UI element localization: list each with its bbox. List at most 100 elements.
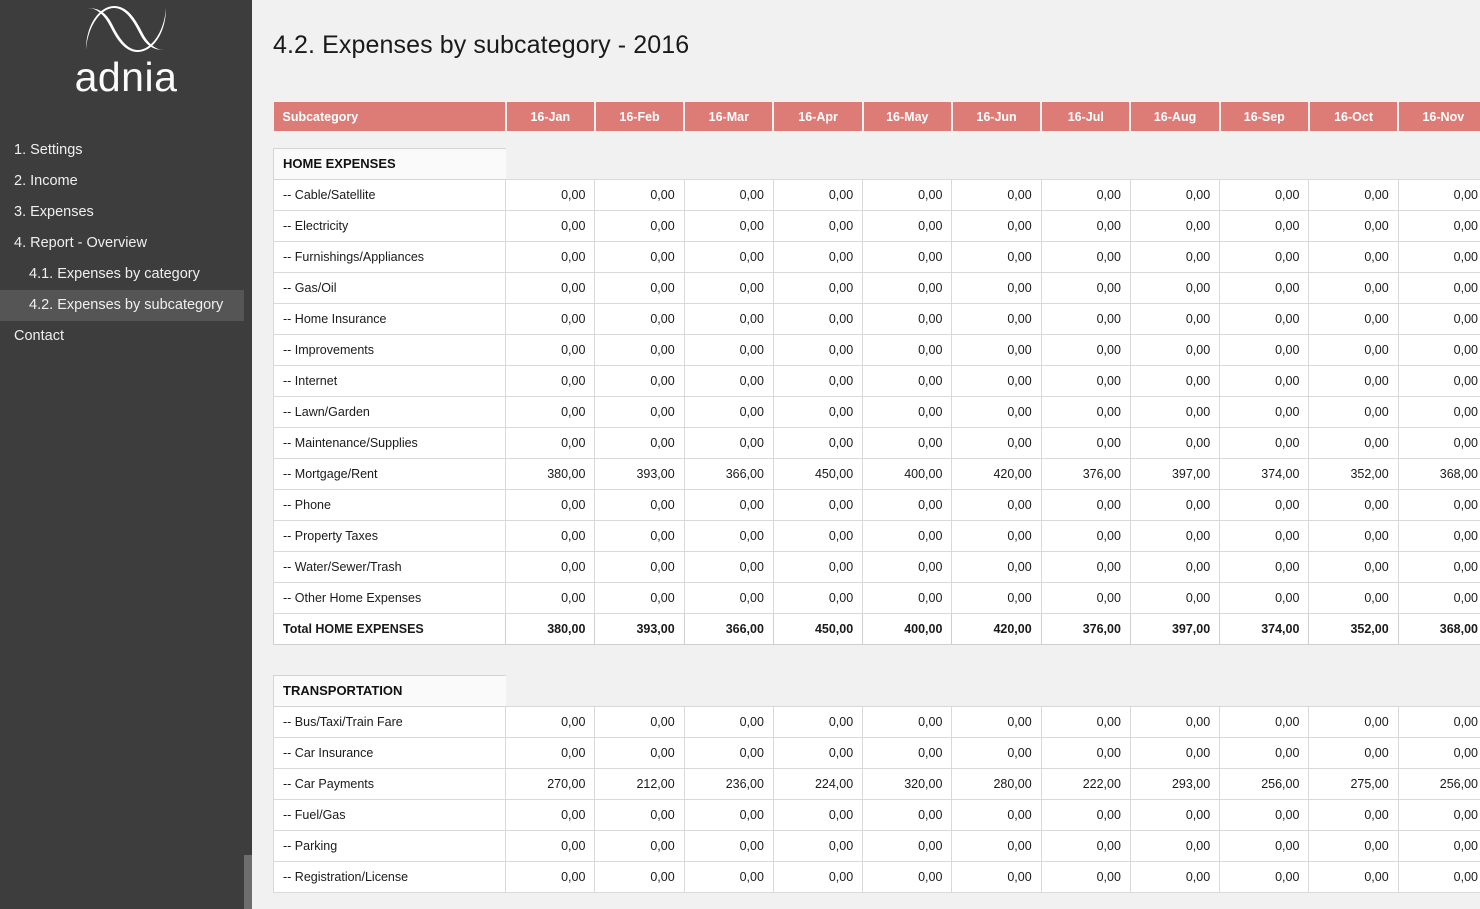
- cell-car-insurance-16-nov[interactable]: 0,00: [1397, 736, 1480, 769]
- brand-logo[interactable]: adnia: [0, 0, 252, 100]
- sidebar-item-expenses[interactable]: 3. Expenses: [0, 197, 252, 228]
- cell-lawn-garden-16-jun[interactable]: 0,00: [951, 395, 1042, 428]
- cell-registration-license-16-feb[interactable]: 0,00: [594, 860, 685, 893]
- cell-property-taxes-16-nov[interactable]: 0,00: [1397, 519, 1480, 552]
- cell-bus-taxi-train-fare-16-apr[interactable]: 0,00: [772, 705, 864, 738]
- cell-improvements-16-apr[interactable]: 0,00: [772, 333, 864, 366]
- cell-car-payments-16-sep[interactable]: 256,00: [1219, 767, 1310, 800]
- cell-electricity-16-jul[interactable]: 0,00: [1040, 209, 1131, 242]
- cell-home-insurance-16-may[interactable]: 0,00: [862, 302, 953, 335]
- cell-mortgage-rent-16-mar[interactable]: 366,00: [683, 457, 774, 490]
- column-header-16-aug[interactable]: 16-Aug: [1130, 102, 1221, 131]
- cell-cable-satellite-16-jun[interactable]: 0,00: [951, 178, 1042, 211]
- cell-car-payments-16-nov[interactable]: 256,00: [1397, 767, 1480, 800]
- cell-registration-license-16-jul[interactable]: 0,00: [1040, 860, 1131, 893]
- cell-maintenance-supplies-16-jul[interactable]: 0,00: [1040, 426, 1131, 459]
- cell-furnishings-appliances-16-aug[interactable]: 0,00: [1129, 240, 1221, 273]
- cell-home-insurance-16-jun[interactable]: 0,00: [951, 302, 1042, 335]
- cell-phone-16-aug[interactable]: 0,00: [1129, 488, 1221, 521]
- cell-improvements-16-mar[interactable]: 0,00: [683, 333, 774, 366]
- column-header-16-apr[interactable]: 16-Apr: [773, 102, 864, 131]
- cell-other-home-expenses-16-jul[interactable]: 0,00: [1040, 581, 1131, 614]
- cell-internet-16-oct[interactable]: 0,00: [1308, 364, 1399, 397]
- cell-lawn-garden-16-jan[interactable]: 0,00: [505, 395, 596, 428]
- cell-maintenance-supplies-16-jan[interactable]: 0,00: [505, 426, 596, 459]
- cell-improvements-16-sep[interactable]: 0,00: [1219, 333, 1310, 366]
- cell-other-home-expenses-16-jan[interactable]: 0,00: [505, 581, 596, 614]
- cell-water-sewer-trash-16-jun[interactable]: 0,00: [951, 550, 1042, 583]
- column-header-16-mar[interactable]: 16-Mar: [684, 102, 775, 131]
- cell-cable-satellite-16-may[interactable]: 0,00: [862, 178, 953, 211]
- cell-phone-16-jan[interactable]: 0,00: [505, 488, 596, 521]
- cell-property-taxes-16-sep[interactable]: 0,00: [1219, 519, 1310, 552]
- cell-car-payments-16-mar[interactable]: 236,00: [683, 767, 774, 800]
- cell-car-payments-16-feb[interactable]: 212,00: [594, 767, 685, 800]
- cell-other-home-expenses-16-aug[interactable]: 0,00: [1129, 581, 1221, 614]
- cell-registration-license-16-oct[interactable]: 0,00: [1308, 860, 1399, 893]
- cell-gas-oil-16-aug[interactable]: 0,00: [1129, 271, 1221, 304]
- cell-car-insurance-16-jan[interactable]: 0,00: [505, 736, 596, 769]
- sidebar-item-report-overview[interactable]: 4. Report - Overview: [0, 228, 252, 259]
- cell-car-payments-16-aug[interactable]: 293,00: [1129, 767, 1221, 800]
- cell-gas-oil-16-mar[interactable]: 0,00: [683, 271, 774, 304]
- cell-maintenance-supplies-16-nov[interactable]: 0,00: [1397, 426, 1480, 459]
- cell-bus-taxi-train-fare-16-jan[interactable]: 0,00: [505, 705, 596, 738]
- cell-other-home-expenses-16-feb[interactable]: 0,00: [594, 581, 685, 614]
- cell-fuel-gas-16-aug[interactable]: 0,00: [1129, 798, 1221, 831]
- cell-property-taxes-16-jul[interactable]: 0,00: [1040, 519, 1131, 552]
- cell-internet-16-nov[interactable]: 0,00: [1397, 364, 1480, 397]
- cell-property-taxes-16-jan[interactable]: 0,00: [505, 519, 596, 552]
- cell-mortgage-rent-16-sep[interactable]: 374,00: [1219, 457, 1310, 490]
- cell-water-sewer-trash-16-jul[interactable]: 0,00: [1040, 550, 1131, 583]
- cell-fuel-gas-16-mar[interactable]: 0,00: [683, 798, 774, 831]
- cell-bus-taxi-train-fare-16-feb[interactable]: 0,00: [594, 705, 685, 738]
- cell-parking-16-may[interactable]: 0,00: [862, 829, 953, 862]
- cell-internet-16-feb[interactable]: 0,00: [594, 364, 685, 397]
- cell-water-sewer-trash-16-mar[interactable]: 0,00: [683, 550, 774, 583]
- cell-electricity-16-jan[interactable]: 0,00: [505, 209, 596, 242]
- cell-improvements-16-may[interactable]: 0,00: [862, 333, 953, 366]
- cell-lawn-garden-16-sep[interactable]: 0,00: [1219, 395, 1310, 428]
- cell-internet-16-apr[interactable]: 0,00: [772, 364, 864, 397]
- cell-parking-16-mar[interactable]: 0,00: [683, 829, 774, 862]
- cell-gas-oil-16-may[interactable]: 0,00: [862, 271, 953, 304]
- cell-home-insurance-16-jan[interactable]: 0,00: [505, 302, 596, 335]
- cell-bus-taxi-train-fare-16-mar[interactable]: 0,00: [683, 705, 774, 738]
- cell-furnishings-appliances-16-apr[interactable]: 0,00: [772, 240, 864, 273]
- cell-phone-16-jul[interactable]: 0,00: [1040, 488, 1131, 521]
- cell-registration-license-16-aug[interactable]: 0,00: [1129, 860, 1221, 893]
- cell-phone-16-apr[interactable]: 0,00: [772, 488, 864, 521]
- cell-improvements-16-oct[interactable]: 0,00: [1308, 333, 1399, 366]
- cell-other-home-expenses-16-sep[interactable]: 0,00: [1219, 581, 1310, 614]
- cell-electricity-16-feb[interactable]: 0,00: [594, 209, 685, 242]
- cell-gas-oil-16-jan[interactable]: 0,00: [505, 271, 596, 304]
- cell-maintenance-supplies-16-may[interactable]: 0,00: [862, 426, 953, 459]
- sidebar-item-settings[interactable]: 1. Settings: [0, 135, 252, 166]
- cell-car-payments-16-jun[interactable]: 280,00: [951, 767, 1042, 800]
- cell-registration-license-16-mar[interactable]: 0,00: [683, 860, 774, 893]
- cell-other-home-expenses-16-may[interactable]: 0,00: [862, 581, 953, 614]
- cell-improvements-16-jun[interactable]: 0,00: [951, 333, 1042, 366]
- cell-property-taxes-16-jun[interactable]: 0,00: [951, 519, 1042, 552]
- cell-gas-oil-16-oct[interactable]: 0,00: [1308, 271, 1399, 304]
- cell-lawn-garden-16-feb[interactable]: 0,00: [594, 395, 685, 428]
- cell-registration-license-16-jan[interactable]: 0,00: [505, 860, 596, 893]
- cell-maintenance-supplies-16-feb[interactable]: 0,00: [594, 426, 685, 459]
- cell-cable-satellite-16-aug[interactable]: 0,00: [1129, 178, 1221, 211]
- cell-car-insurance-16-aug[interactable]: 0,00: [1129, 736, 1221, 769]
- cell-bus-taxi-train-fare-16-sep[interactable]: 0,00: [1219, 705, 1310, 738]
- cell-cable-satellite-16-sep[interactable]: 0,00: [1219, 178, 1310, 211]
- cell-electricity-16-apr[interactable]: 0,00: [772, 209, 864, 242]
- cell-property-taxes-16-mar[interactable]: 0,00: [683, 519, 774, 552]
- cell-fuel-gas-16-jul[interactable]: 0,00: [1040, 798, 1131, 831]
- cell-electricity-16-nov[interactable]: 0,00: [1397, 209, 1480, 242]
- cell-mortgage-rent-16-jan[interactable]: 380,00: [505, 457, 596, 490]
- cell-car-insurance-16-feb[interactable]: 0,00: [594, 736, 685, 769]
- cell-lawn-garden-16-may[interactable]: 0,00: [862, 395, 953, 428]
- cell-improvements-16-jan[interactable]: 0,00: [505, 333, 596, 366]
- cell-water-sewer-trash-16-feb[interactable]: 0,00: [594, 550, 685, 583]
- cell-other-home-expenses-16-apr[interactable]: 0,00: [772, 581, 864, 614]
- cell-property-taxes-16-apr[interactable]: 0,00: [772, 519, 864, 552]
- column-header-16-jun[interactable]: 16-Jun: [951, 102, 1043, 131]
- cell-registration-license-16-apr[interactable]: 0,00: [772, 860, 864, 893]
